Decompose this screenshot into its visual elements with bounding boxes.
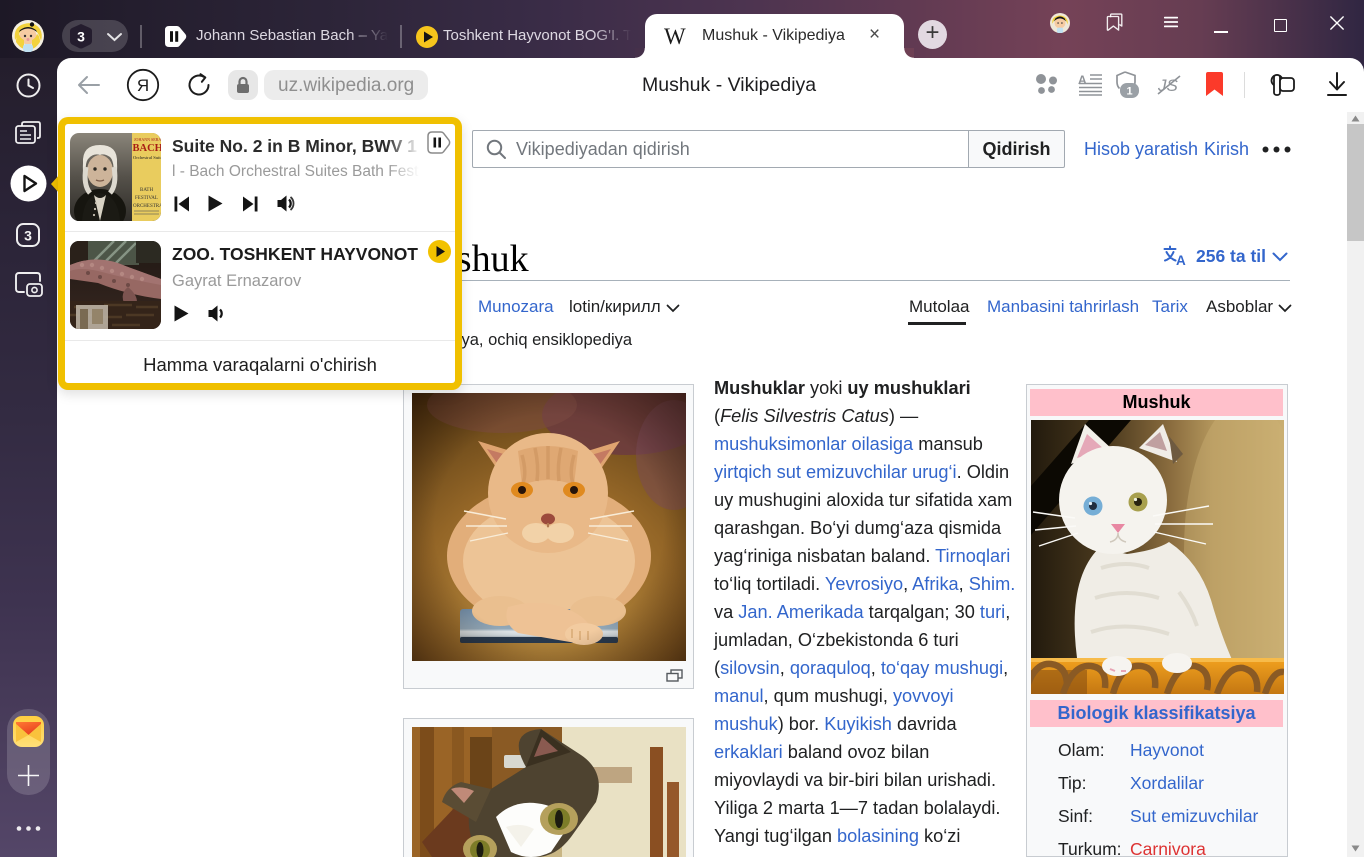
- svg-text:A: A: [1078, 73, 1087, 87]
- svg-text:3: 3: [24, 227, 32, 243]
- svg-text:3: 3: [77, 29, 85, 45]
- svg-text:A: A: [1176, 253, 1186, 267]
- svg-text:FESTIVAL: FESTIVAL: [135, 196, 158, 201]
- svg-text:1: 1: [1126, 86, 1132, 98]
- svg-text:ORCHESTRA: ORCHESTRA: [133, 204, 161, 209]
- svg-text:BACH: BACH: [133, 143, 162, 154]
- svg-text:Orchestral Suites: Orchestral Suites: [133, 155, 161, 160]
- svg-text:BATH: BATH: [140, 188, 153, 193]
- svg-text:JOHANN SEBASTIAN: JOHANN SEBASTIAN: [134, 137, 161, 142]
- svg-text:Я: Я: [137, 76, 149, 95]
